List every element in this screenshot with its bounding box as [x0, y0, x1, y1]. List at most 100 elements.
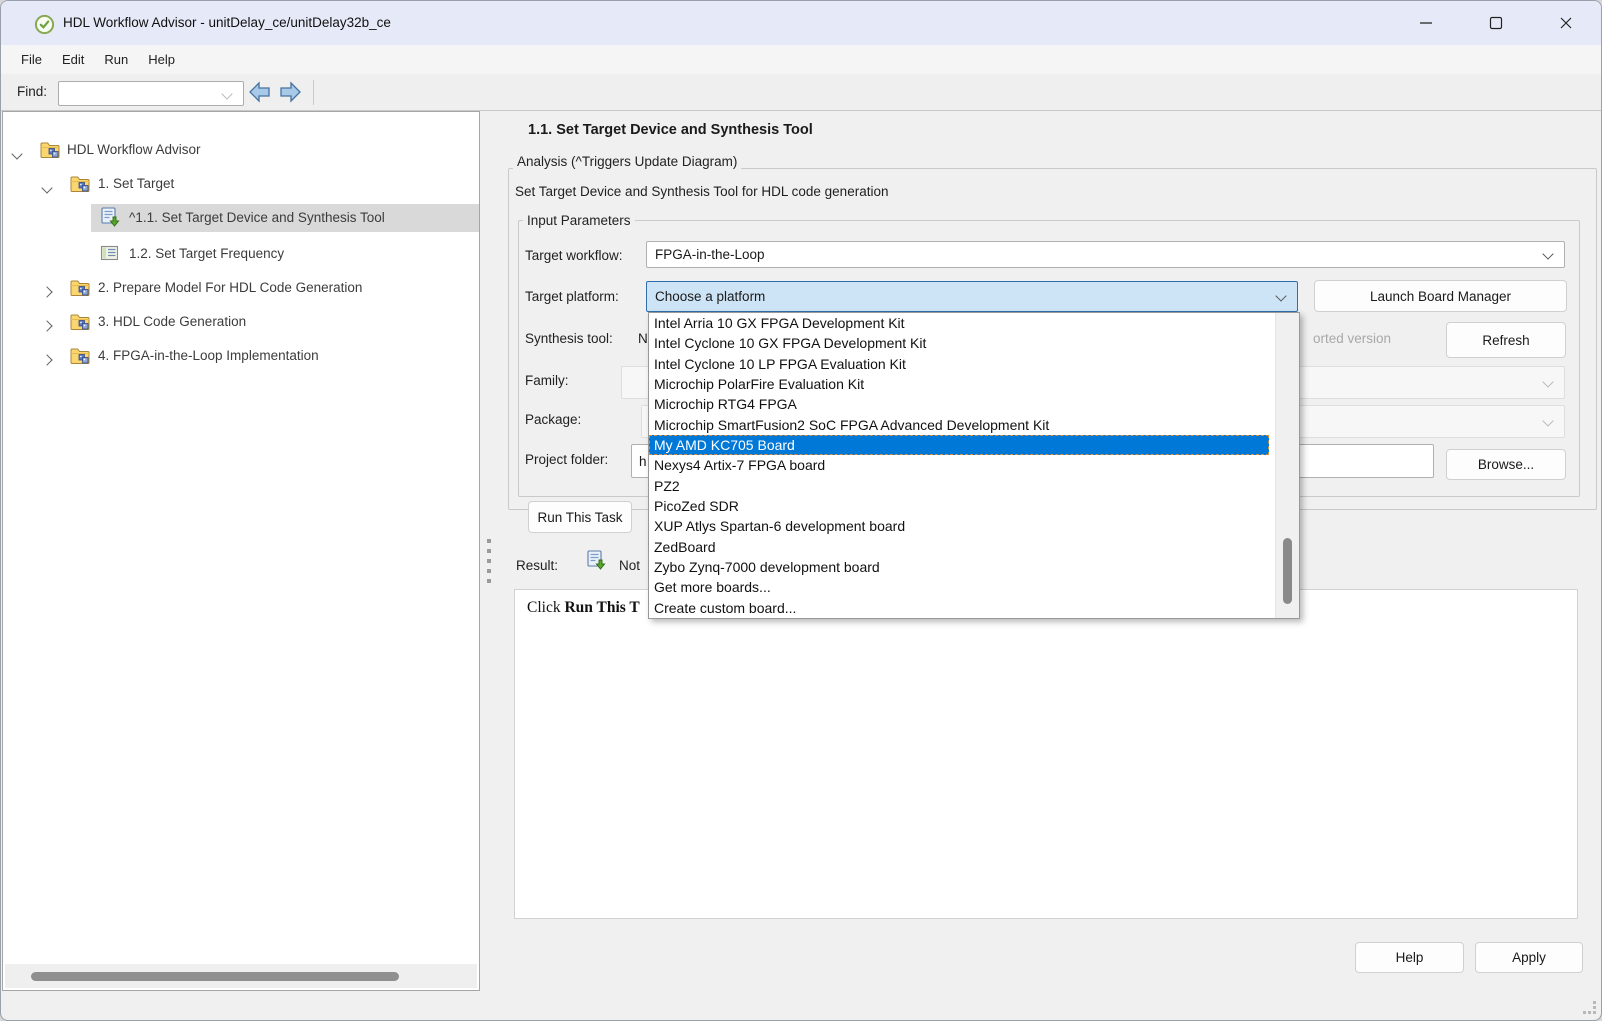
tree-item-1[interactable]: HDL Workflow Advisor: [3, 136, 479, 164]
tree-item-label: 3. HDL Code Generation: [98, 314, 246, 329]
find-toolbar: Find:: [1, 74, 1601, 111]
find-previous-button[interactable]: [247, 80, 273, 109]
platform-option-11[interactable]: XUP Atlys Spartan-6 development board: [649, 516, 1269, 536]
project-folder-value-fragment: h: [639, 454, 647, 469]
platform-option-15[interactable]: Create custom board...: [649, 598, 1269, 618]
folder-icon: [69, 277, 92, 298]
menu-file[interactable]: File: [11, 49, 52, 70]
tree-expand-right-icon[interactable]: [43, 318, 51, 333]
resize-grip[interactable]: [1583, 1001, 1599, 1017]
platform-option-14[interactable]: Get more boards...: [649, 577, 1269, 597]
folder-icon: [69, 345, 92, 366]
tree-item-label: 4. FPGA-in-the-Loop Implementation: [98, 348, 319, 363]
tree-item-2[interactable]: 1. Set Target: [3, 170, 479, 198]
dropdown-scrollbar[interactable]: [1275, 313, 1299, 618]
synthesis-tool-value-fragment: N: [638, 331, 648, 346]
close-button[interactable]: [1543, 1, 1589, 45]
platform-option-5[interactable]: Microchip RTG4 FPGA: [649, 394, 1269, 414]
tree-item-label: 1.2. Set Target Frequency: [129, 246, 284, 261]
scrollbar-thumb[interactable]: [1283, 538, 1292, 604]
title-bar: HDL Workflow Advisor - unitDelay_ce/unit…: [1, 1, 1601, 46]
tree-item-5[interactable]: 2. Prepare Model For HDL Code Generation: [3, 274, 479, 302]
platform-option-13[interactable]: Zybo Zynq-7000 development board: [649, 557, 1269, 577]
package-label: Package:: [525, 412, 581, 427]
platform-option-7[interactable]: My AMD KC705 Board: [649, 435, 1269, 455]
target-platform-value: Choose a platform: [655, 289, 765, 304]
target-platform-combobox[interactable]: Choose a platform: [646, 281, 1298, 312]
panel-splitter[interactable]: [481, 111, 497, 991]
tree-horizontal-scrollbar[interactable]: [5, 964, 477, 988]
scrollbar-thumb[interactable]: [31, 972, 399, 981]
target-workflow-label: Target workflow:: [525, 248, 623, 263]
run-this-task-button[interactable]: Run This Task: [528, 501, 632, 533]
target-workflow-combobox[interactable]: FPGA-in-the-Loop: [646, 241, 1565, 268]
platform-option-9[interactable]: PZ2: [649, 476, 1269, 496]
tree-item-label: 1. Set Target: [98, 176, 174, 191]
target-workflow-value: FPGA-in-the-Loop: [655, 247, 765, 262]
synthesis-tool-label: Synthesis tool:: [525, 331, 613, 346]
task-result-icon: [585, 550, 608, 572]
find-label: Find:: [17, 84, 47, 99]
chevron-down-icon: [1542, 376, 1553, 387]
folder-icon: [69, 173, 92, 194]
platform-option-12[interactable]: ZedBoard: [649, 537, 1269, 557]
find-next-button[interactable]: [277, 80, 303, 109]
platform-option-2[interactable]: Intel Cyclone 10 GX FPGA Development Kit: [649, 333, 1269, 353]
project-folder-label: Project folder:: [525, 452, 608, 467]
chevron-down-icon: [221, 88, 232, 99]
family-label: Family:: [525, 373, 569, 388]
report-icon: [99, 243, 122, 264]
toolbar-separator: [313, 80, 314, 105]
result-label: Result:: [516, 558, 558, 573]
chevron-down-icon: [1542, 248, 1553, 259]
help-button[interactable]: Help: [1355, 942, 1464, 973]
folder-icon: [39, 139, 62, 160]
platform-option-3[interactable]: Intel Cyclone 10 LP FPGA Evaluation Kit: [649, 354, 1269, 374]
apply-button[interactable]: Apply: [1475, 942, 1583, 973]
menu-bar: FileEditRunHelp: [1, 45, 1601, 74]
report-instruction-text: Click Run This T: [527, 599, 640, 617]
refresh-button[interactable]: Refresh: [1446, 322, 1566, 358]
task-heading: 1.1. Set Target Device and Synthesis Too…: [528, 122, 813, 138]
folder-icon: [69, 311, 92, 332]
window-title: HDL Workflow Advisor - unitDelay_ce/unit…: [63, 15, 391, 30]
browse-button[interactable]: Browse...: [1446, 449, 1566, 480]
chevron-down-icon: [1275, 290, 1286, 301]
target-platform-label: Target platform:: [525, 289, 619, 304]
hdl-workflow-advisor-window: HDL Workflow Advisor - unitDelay_ce/unit…: [0, 0, 1602, 1021]
synthesis-tool-note-fragment: orted version: [1313, 331, 1391, 346]
tree-expand-right-icon[interactable]: [43, 352, 51, 367]
workflow-tree-panel: HDL Workflow Advisor 1. Set Target ^1.1. S…: [2, 111, 480, 991]
tree-expand-down-icon[interactable]: [13, 146, 21, 161]
maximize-button[interactable]: [1473, 1, 1519, 45]
menu-edit[interactable]: Edit: [52, 49, 94, 70]
minimize-button[interactable]: [1403, 1, 1449, 45]
app-check-icon: [34, 14, 55, 35]
tree-item-label: ^1.1. Set Target Device and Synthesis To…: [129, 210, 385, 225]
find-input[interactable]: [58, 81, 244, 106]
chevron-down-icon: [1542, 415, 1553, 426]
target-platform-dropdown-list: Intel Arria 10 GX FPGA Development KitIn…: [648, 312, 1300, 619]
platform-option-1[interactable]: Intel Arria 10 GX FPGA Development Kit: [649, 313, 1269, 333]
menu-run[interactable]: Run: [94, 49, 138, 70]
task-description: Set Target Device and Synthesis Tool for…: [515, 184, 888, 199]
tree-expand-down-icon[interactable]: [43, 180, 51, 195]
platform-option-10[interactable]: PicoZed SDR: [649, 496, 1269, 516]
analysis-group-label: Analysis (^Triggers Update Diagram): [513, 154, 741, 169]
task-report-area: Click Run This T: [514, 589, 1578, 919]
result-status-fragment: Not: [619, 558, 640, 573]
tree-item-3[interactable]: ^1.1. Set Target Device and Synthesis To…: [3, 204, 479, 232]
platform-option-6[interactable]: Microchip SmartFusion2 SoC FPGA Advanced…: [649, 415, 1269, 435]
tree-item-label: 2. Prepare Model For HDL Code Generation: [98, 280, 362, 295]
input-parameters-group-label: Input Parameters: [523, 213, 635, 228]
tree-expand-right-icon[interactable]: [43, 284, 51, 299]
launch-board-manager-button[interactable]: Launch Board Manager: [1314, 280, 1567, 312]
tree-item-label: HDL Workflow Advisor: [67, 142, 201, 157]
tree-item-4[interactable]: 1.2. Set Target Frequency: [3, 240, 479, 268]
tree-item-7[interactable]: 4. FPGA-in-the-Loop Implementation: [3, 342, 479, 370]
tree-item-6[interactable]: 3. HDL Code Generation: [3, 308, 479, 336]
menu-help[interactable]: Help: [138, 49, 185, 70]
task-icon: [99, 207, 122, 228]
platform-option-4[interactable]: Microchip PolarFire Evaluation Kit: [649, 374, 1269, 394]
platform-option-8[interactable]: Nexys4 Artix-7 FPGA board: [649, 455, 1269, 475]
